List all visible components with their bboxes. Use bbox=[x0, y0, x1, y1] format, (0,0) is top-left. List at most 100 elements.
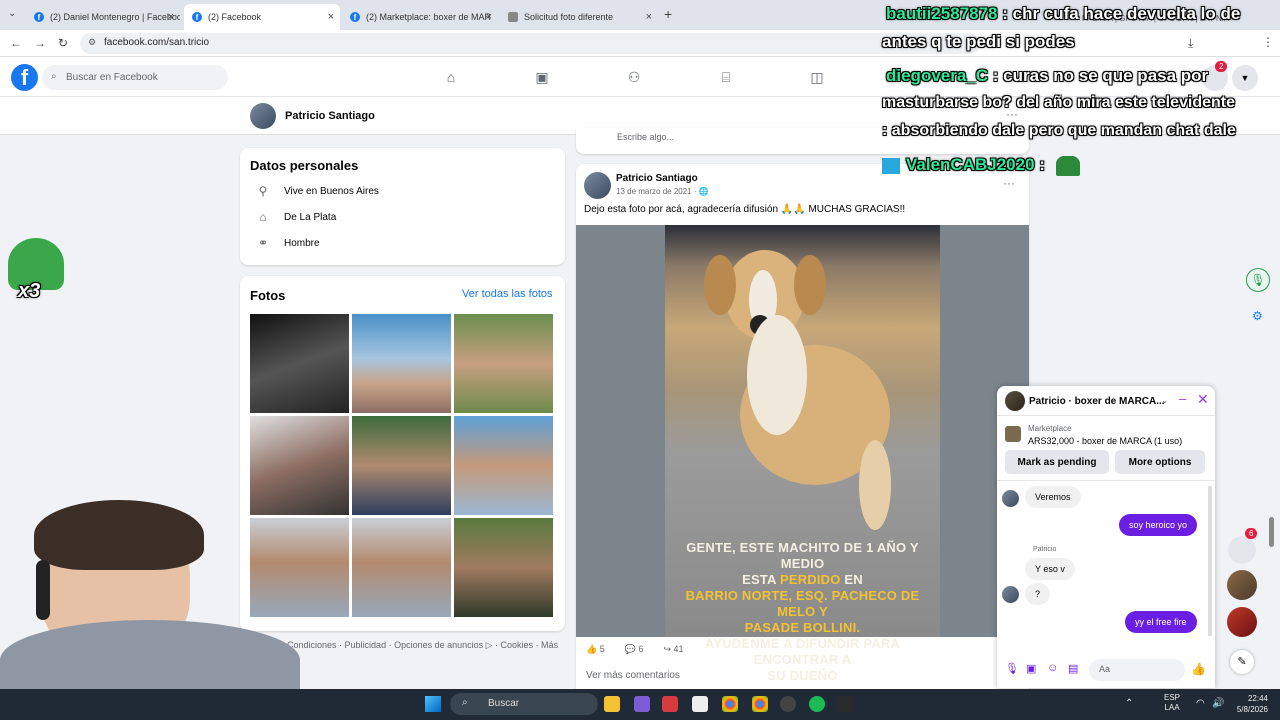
contacts-avatar[interactable]: 6 bbox=[1228, 528, 1258, 564]
url-bar[interactable]: ⚙ facebook.com/san.tricio bbox=[80, 33, 980, 54]
thumbs-up-icon[interactable]: 👍 bbox=[1191, 662, 1206, 676]
facebook-favicon-icon: f bbox=[34, 12, 44, 22]
image-icon[interactable]: ▣ bbox=[1026, 662, 1036, 675]
chat-scrollbar[interactable] bbox=[1208, 486, 1212, 636]
wifi-icon[interactable]: ◠ bbox=[1196, 698, 1205, 709]
more-comments-link[interactable]: Ver más comentarios bbox=[586, 670, 680, 681]
new-tab-icon[interactable]: + bbox=[664, 6, 672, 22]
avatar[interactable] bbox=[584, 172, 611, 199]
like-icon: 👍 bbox=[586, 644, 600, 654]
tab-3[interactable]: f (2) Marketplace: boxer de MAR × bbox=[342, 4, 498, 30]
language-indicator[interactable]: ESP LAA bbox=[1164, 693, 1180, 713]
photo-thumbnail[interactable] bbox=[454, 416, 553, 515]
post-text: Dejo esta foto por acá, agradecería difu… bbox=[584, 204, 906, 215]
chat-overlay-line: antes q te pedi si podes bbox=[882, 32, 1075, 51]
chat-header[interactable]: Patricio · boxer de MARCA... ⌄ – ✕ bbox=[997, 386, 1215, 416]
microphone-icon[interactable]: 🎙 bbox=[1005, 662, 1019, 675]
download-icon[interactable]: ⤓ bbox=[1188, 36, 1193, 51]
photo-thumbnail[interactable] bbox=[352, 518, 451, 617]
forward-icon[interactable]: → bbox=[34, 36, 46, 50]
clock[interactable]: 22:44 5/8/2026 bbox=[1230, 693, 1268, 715]
message-input[interactable]: Aa bbox=[1089, 659, 1185, 681]
app-icon[interactable] bbox=[837, 696, 853, 712]
webcam-feed bbox=[0, 500, 300, 689]
composer-placeholder[interactable]: Escribe algo... bbox=[617, 132, 674, 142]
streamer-hair bbox=[34, 500, 204, 570]
minimize-icon[interactable]: – bbox=[1179, 391, 1186, 406]
reaction-bar: 👍 5 💬 6 ↪ 41 bbox=[586, 644, 684, 655]
photo-thumbnail[interactable] bbox=[352, 416, 451, 515]
profile-name[interactable]: Patricio Santiago bbox=[285, 110, 375, 122]
microphone-icon[interactable]: 🎙 bbox=[1246, 268, 1270, 292]
scrollbar[interactable] bbox=[1269, 517, 1274, 547]
close-icon[interactable]: × bbox=[168, 11, 174, 23]
chevron-down-icon[interactable]: ⌄ bbox=[1161, 395, 1169, 406]
taskbar-search[interactable]: ⌕ Buscar bbox=[450, 693, 598, 715]
tab-1[interactable]: f (2) Daniel Montenegro | Faceboo × bbox=[26, 4, 180, 30]
close-icon[interactable]: × bbox=[486, 11, 492, 23]
close-icon[interactable]: ✕ bbox=[1197, 391, 1209, 408]
share-count[interactable]: ↪ 41 bbox=[663, 644, 683, 655]
gaming-icon[interactable]: ◫ bbox=[808, 69, 826, 85]
chrome-icon[interactable] bbox=[722, 696, 738, 712]
app-icon[interactable] bbox=[780, 696, 796, 712]
footer-links[interactable]: idad · Condiciones · Publicidad · Opcion… bbox=[262, 640, 558, 651]
home-icon[interactable]: ⌂ bbox=[442, 69, 460, 85]
post-author[interactable]: Patricio Santiago bbox=[616, 173, 698, 184]
account-menu-button[interactable]: ▼ bbox=[1232, 65, 1258, 91]
facebook-logo[interactable]: f bbox=[11, 64, 38, 91]
card-title: Datos personales bbox=[250, 158, 359, 173]
marketplace-label: Marketplace bbox=[1028, 424, 1072, 433]
close-icon[interactable]: × bbox=[646, 11, 652, 23]
post-options-icon[interactable]: ··· bbox=[1003, 176, 1015, 190]
like-count[interactable]: 👍 5 bbox=[586, 644, 605, 655]
sticker-icon[interactable]: ☺ bbox=[1047, 662, 1058, 674]
see-all-photos-link[interactable]: Ver todas las fotos bbox=[462, 288, 553, 300]
volume-icon[interactable]: 🔊 bbox=[1212, 698, 1224, 709]
chat-overlay-line: diegovera_C : curas no se que pasa por bbox=[886, 66, 1209, 85]
friends-icon[interactable]: ⚇ bbox=[625, 69, 643, 85]
gif-icon[interactable]: ▤ bbox=[1068, 662, 1078, 675]
more-options-button[interactable]: More options bbox=[1115, 450, 1205, 474]
chat-overlay-line: ValenCABJ2020 : bbox=[882, 155, 1080, 176]
settings-gear-icon[interactable]: ⚙ bbox=[1252, 309, 1263, 323]
app-icon[interactable] bbox=[634, 696, 650, 712]
message-incoming: ? bbox=[1025, 583, 1051, 605]
windows-start-icon[interactable] bbox=[425, 696, 441, 712]
spotify-icon[interactable] bbox=[809, 696, 825, 712]
site-info-icon[interactable]: ⚙ bbox=[88, 37, 96, 48]
chat-head-avatar[interactable] bbox=[1227, 570, 1257, 600]
photo-thumbnail[interactable] bbox=[352, 314, 451, 413]
tray-icons[interactable]: ⌃ bbox=[1125, 698, 1133, 709]
gender-icon: ⚭ bbox=[257, 236, 269, 250]
avatar[interactable] bbox=[250, 103, 276, 129]
facebook-search-input[interactable]: ⌕ Buscar en Facebook bbox=[42, 65, 228, 90]
tab-title: (2) Marketplace: boxer de MAR bbox=[366, 12, 492, 22]
photo-thumbnail[interactable] bbox=[454, 518, 553, 617]
chat-head-avatar[interactable] bbox=[1227, 607, 1257, 637]
menu-icon[interactable]: ⋮ bbox=[1262, 35, 1274, 49]
tab-4[interactable]: Solicitud foto diferente × bbox=[500, 4, 658, 30]
app-icon[interactable] bbox=[692, 696, 708, 712]
chrome-icon[interactable] bbox=[752, 696, 768, 712]
comment-count[interactable]: 💬 6 bbox=[625, 644, 644, 655]
close-icon[interactable]: × bbox=[328, 11, 334, 23]
mark-as-pending-button[interactable]: Mark as pending bbox=[1005, 450, 1109, 474]
tab-2-active[interactable]: f (2) Facebook × bbox=[184, 4, 340, 30]
photo-thumbnail[interactable] bbox=[454, 314, 553, 413]
photo-thumbnail[interactable] bbox=[250, 314, 349, 413]
post-image-container[interactable]: GENTE, ESTE MACHITO DE 1 AÑO Y MEDIO EST… bbox=[576, 225, 1029, 683]
marketplace-icon[interactable]: ⌸ bbox=[717, 69, 735, 85]
app-icon[interactable] bbox=[662, 696, 678, 712]
video-icon[interactable]: ▣ bbox=[533, 69, 551, 85]
url-text: facebook.com/san.tricio bbox=[104, 37, 210, 48]
reload-icon[interactable]: ↻ bbox=[58, 36, 68, 50]
listing-thumbnail bbox=[1005, 426, 1021, 442]
sender-name: Patricio bbox=[1033, 546, 1057, 553]
back-icon[interactable]: ← bbox=[10, 36, 22, 50]
tab-search-icon[interactable]: ⌄ bbox=[8, 8, 16, 19]
listing-title[interactable]: ARS32,000 - boxer de MARCA (1 uso) bbox=[1028, 436, 1182, 446]
new-message-icon[interactable]: ✎ bbox=[1230, 650, 1254, 674]
post-date[interactable]: 13 de marzo de 2021 · 🌐 bbox=[616, 187, 709, 196]
file-explorer-icon[interactable] bbox=[604, 696, 620, 712]
